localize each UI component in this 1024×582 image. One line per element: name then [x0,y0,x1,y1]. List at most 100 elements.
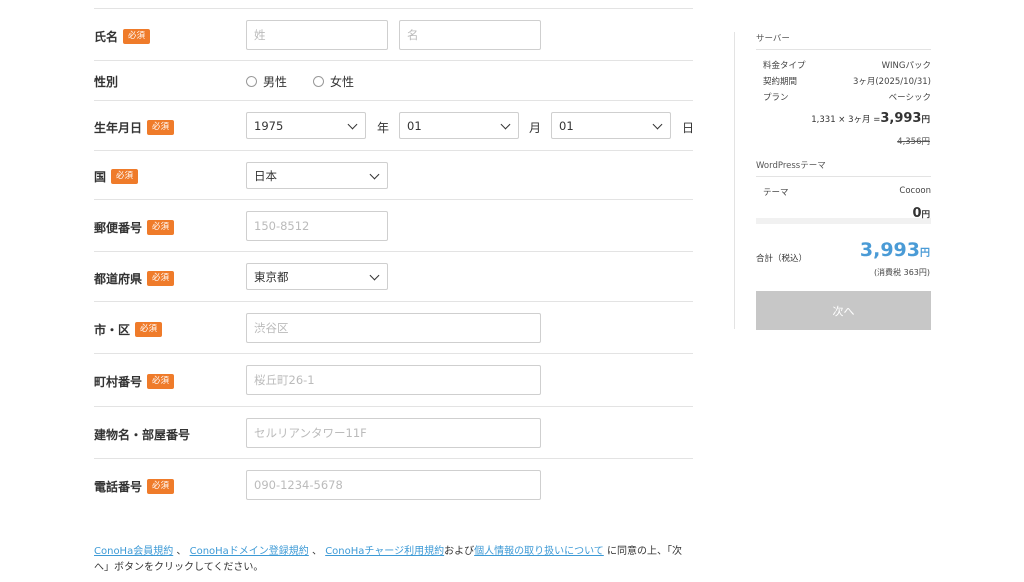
prefecture-select[interactable]: 東京都 [246,263,388,290]
divider [756,176,931,177]
radio-circle-icon [313,76,324,87]
placeholder: 090-1234-5678 [254,478,343,492]
label-text: 性別 [94,75,119,89]
birth-month-select[interactable]: 01 [399,112,519,139]
row-value: ベーシック [888,93,931,103]
next-button[interactable]: 次へ [756,291,931,330]
row-key: 契約期間 [763,77,798,87]
label-text: 郵便番号 [94,221,143,235]
separator: 、 [312,546,322,557]
row-value: 3ヶ月(2025/10/31) [852,77,931,87]
radio-label: 男性 [263,75,288,89]
label-prefecture: 都道府県 必須 [94,270,175,287]
chevron-down-icon [500,119,511,130]
town-input[interactable]: 桜丘町26-1 [246,365,541,395]
summary-row: 料金タイプ WINGパック [763,59,931,71]
city-input[interactable]: 渋谷区 [246,313,541,343]
price-calc: 1,331 × 3ヶ月 = [811,115,881,125]
label-name: 氏名 必須 [94,28,151,45]
price-value: 3,993 [880,111,922,126]
select-value: 01 [407,118,422,133]
required-badge: 必須 [147,479,175,494]
tax-note: (消費税 363円) [873,268,930,277]
row-value: WINGパック [881,61,931,71]
theme-price: 0 円 [912,206,930,221]
postal-code-input[interactable]: 150-8512 [246,211,388,241]
year-unit: 年 [377,121,390,135]
order-summary: サーバー 料金タイプ WINGパック 契約期間 3ヶ月(2025/10/31) プラ… [734,32,931,330]
required-badge: 必須 [147,120,175,135]
total-price: 3,993 円 [860,239,930,261]
first-name-input[interactable]: 名 [399,20,541,50]
member-terms-link[interactable]: ConoHa会員規約 [94,546,173,557]
server-section-title: サーバー [756,34,790,44]
last-name-input[interactable]: 姓 [246,20,388,50]
row-city: 市・区 必須 渋谷区 [94,301,693,353]
birth-year-select[interactable]: 1975 [246,112,366,139]
server-price: 1,331 × 3ヶ月 = 3,993 円 [811,111,930,126]
label-text: 市・区 [94,323,131,337]
label-postal: 郵便番号 必須 [94,219,175,236]
total-label: 合計（税込） [756,254,808,264]
required-badge: 必須 [147,220,175,235]
required-badge: 必須 [147,271,175,286]
label-building: 建物名・部屋番号 [94,426,190,443]
label-text: 国 [94,170,107,184]
row-country: 国必須 日本 [94,150,693,199]
label-text: 都道府県 [94,272,143,286]
wordpress-section-title: WordPressテーマ [756,161,826,171]
required-badge: 必須 [111,169,139,184]
label-text: 建物名・部屋番号 [94,428,191,442]
day-unit: 日 [682,121,695,135]
building-input[interactable]: セルリアンタワー11F [246,418,541,448]
label-text: 氏名 [94,30,119,44]
chevron-down-icon [369,169,380,180]
label-birthday: 生年月日 必須 [94,119,175,136]
placeholder: 名 [407,28,419,42]
placeholder: セルリアンタワー11F [254,426,367,440]
label-text: 生年月日 [94,121,143,135]
row-birthday: 生年月日 必須 1975 年 01 月 01 日 [94,100,695,150]
placeholder: 桜丘町26-1 [254,373,315,387]
placeholder: 姓 [254,28,266,42]
radio-label: 女性 [330,75,355,89]
theme-row: テーマ Cocoon [763,186,931,198]
radio-male[interactable]: 男性 [246,73,287,90]
row-phone: 電話番号 必須 090-1234-5678 [94,458,693,510]
required-badge: 必須 [135,322,163,337]
label-town: 町村番号 必須 [94,373,175,390]
row-name: 氏名 必須 姓 名 [94,8,693,60]
customer-form: 氏名 必須 姓 名 性別 男性 女性 生年月日 必須 1975 年 01 月 01 … [94,8,695,510]
row-prefecture: 都道府県 必須 東京都 [94,251,693,301]
label-city: 市・区 必須 [94,321,163,338]
theme-price-value: 0 [912,206,922,221]
total-price-value: 3,993 [859,239,920,261]
row-gender: 性別 男性 女性 [94,60,693,100]
terms-text: ConoHa会員規約 、 ConoHaドメイン登録規約 、 ConoHaチャージ… [94,544,694,576]
original-price: 4,356円 [897,137,930,147]
row-value: Cocoon [899,186,931,196]
required-badge: 必須 [147,374,175,389]
radio-female[interactable]: 女性 [313,73,354,90]
privacy-link[interactable]: 個人情報の取り扱いについて [474,546,604,557]
radio-circle-icon [246,76,257,87]
summary-row: プラン ベーシック [763,91,931,103]
row-key: 料金タイプ [763,61,806,71]
birth-day-select[interactable]: 01 [551,112,671,139]
label-gender: 性別 [94,73,118,90]
placeholder: 150-8512 [254,219,310,233]
domain-terms-link[interactable]: ConoHaドメイン登録規約 [190,546,309,557]
label-text: 町村番号 [94,375,143,389]
separator: 、 [176,546,187,557]
phone-input[interactable]: 090-1234-5678 [246,470,541,500]
label-country: 国必須 [94,168,139,185]
country-select[interactable]: 日本 [246,162,388,189]
select-value: 1975 [254,118,284,133]
summary-row: 契約期間 3ヶ月(2025/10/31) [763,75,931,87]
select-value: 東京都 [254,269,289,284]
divider [756,49,931,50]
charge-terms-link[interactable]: ConoHaチャージ利用規約 [325,546,444,557]
row-key: テーマ [763,188,789,198]
month-unit: 月 [529,121,542,135]
yen-unit: 円 [920,248,930,259]
